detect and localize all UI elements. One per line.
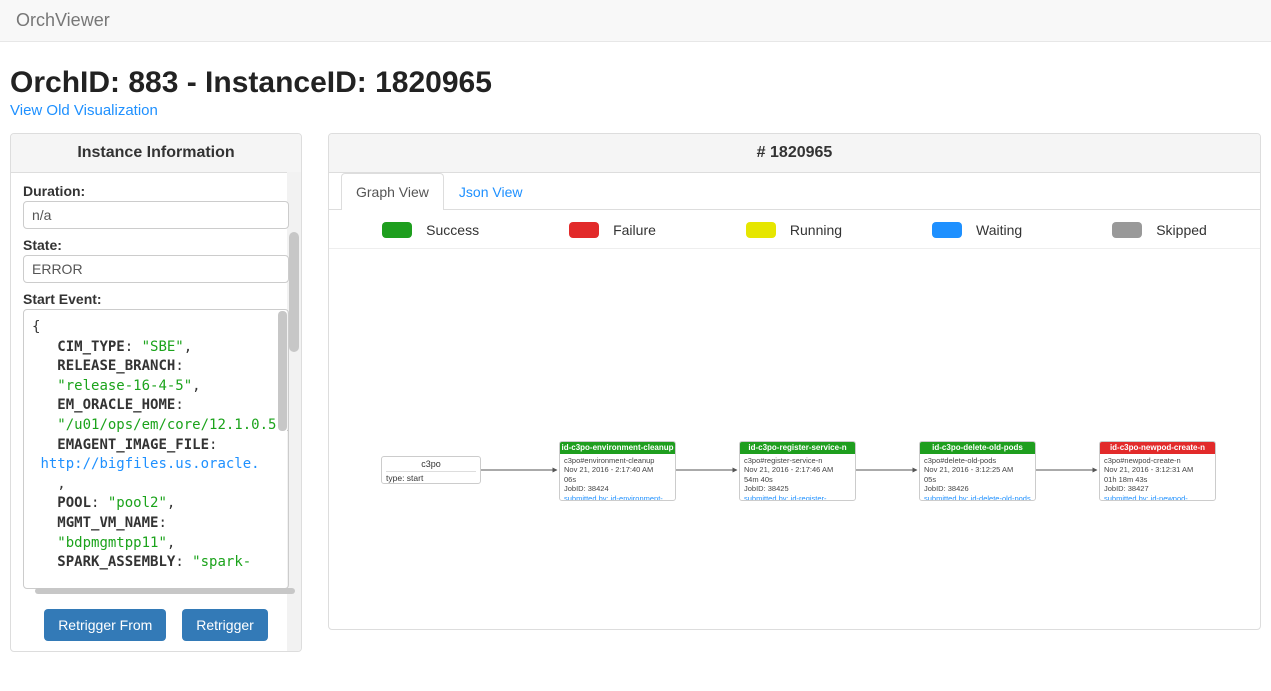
- node-line4: JobID: 38424: [564, 484, 671, 493]
- node-submitted: submitted by: id-newpod-create-n: [1104, 494, 1211, 502]
- duration-input[interactable]: [23, 201, 289, 229]
- node-bar: id-c3po-delete-old-pods: [920, 442, 1035, 454]
- graph-edges: [329, 249, 1260, 629]
- legend-skipped: Skipped: [1112, 222, 1207, 238]
- graph-panel-title: # 1820965: [329, 134, 1260, 173]
- state-input[interactable]: [23, 255, 289, 283]
- swatch-failure: [569, 222, 599, 238]
- node-line3: 05s: [924, 475, 1031, 484]
- legend-failure: Failure: [569, 222, 656, 238]
- legend-success-label: Success: [426, 222, 479, 238]
- node-line3: 06s: [564, 475, 671, 484]
- graph-node-newpod-create[interactable]: id-c3po-newpod-create-n c3po#newpod-crea…: [1099, 441, 1216, 501]
- start-event-label: Start Event:: [23, 291, 289, 307]
- graph-node-start[interactable]: c3po type: start: [381, 456, 481, 484]
- state-label: State:: [23, 237, 289, 253]
- tab-json-view[interactable]: Json View: [444, 173, 538, 210]
- instance-info-title: Instance Information: [11, 134, 301, 173]
- node-line1: c3po#register-service-n: [744, 456, 851, 465]
- instance-info-panel: Instance Information Duration: State: St…: [10, 133, 302, 652]
- node-bar: id-c3po-register-service-n: [740, 442, 855, 454]
- graph-node-delete-old-pods[interactable]: id-c3po-delete-old-pods c3po#delete-old-…: [919, 441, 1036, 501]
- graph-panel: # 1820965 Graph View Json View Success F…: [328, 133, 1261, 630]
- node-bar: id-c3po-environment-cleanup: [560, 442, 675, 454]
- swatch-waiting: [932, 222, 962, 238]
- legend-waiting: Waiting: [932, 222, 1022, 238]
- node-line1: c3po#delete-old-pods: [924, 456, 1031, 465]
- legend-skipped-label: Skipped: [1156, 222, 1207, 238]
- start-node-title: c3po: [386, 459, 476, 472]
- node-submitted: submitted by: id-delete-old-pods: [924, 494, 1031, 502]
- node-line1: c3po#newpod-create-n: [1104, 456, 1211, 465]
- status-legend: Success Failure Running Waiting Skipped: [329, 210, 1260, 249]
- start-event-json[interactable]: { CIM_TYPE: "SBE", RELEASE_BRANCH: "rele…: [23, 309, 289, 589]
- node-line2: Nov 21, 2016 - 3:12:25 AM: [924, 465, 1031, 474]
- app-topbar: OrchViewer: [0, 0, 1271, 42]
- page-title: OrchID: 883 - InstanceID: 1820965: [10, 66, 1261, 100]
- legend-success: Success: [382, 222, 479, 238]
- node-line1: c3po#environment-cleanup: [564, 456, 671, 465]
- retrigger-from-button[interactable]: Retrigger From: [44, 609, 166, 641]
- legend-waiting-label: Waiting: [976, 222, 1022, 238]
- node-line4: JobID: 38427: [1104, 484, 1211, 493]
- graph-canvas[interactable]: c3po type: start id-c3po-environment-cle…: [329, 249, 1260, 629]
- swatch-skipped: [1112, 222, 1142, 238]
- duration-label: Duration:: [23, 183, 289, 199]
- tab-graph-view[interactable]: Graph View: [341, 173, 444, 210]
- node-submitted: submitted by: id-environment-cleanup: [564, 494, 671, 502]
- left-panel-hscroll-thumb[interactable]: [35, 588, 295, 594]
- legend-running-label: Running: [790, 222, 842, 238]
- node-line3: 54m 40s: [744, 475, 851, 484]
- app-brand[interactable]: OrchViewer: [16, 10, 110, 30]
- node-line4: JobID: 38425: [744, 484, 851, 493]
- node-submitted: submitted by: id-register-service-n: [744, 494, 851, 502]
- swatch-success: [382, 222, 412, 238]
- start-node-type: type: start: [386, 473, 476, 484]
- json-scrollbar-thumb[interactable]: [278, 311, 287, 431]
- node-line2: Nov 21, 2016 - 2:17:46 AM: [744, 465, 851, 474]
- legend-failure-label: Failure: [613, 222, 656, 238]
- view-tabs: Graph View Json View: [329, 173, 1260, 210]
- graph-node-register-service[interactable]: id-c3po-register-service-n c3po#register…: [739, 441, 856, 501]
- graph-node-environment-cleanup[interactable]: id-c3po-environment-cleanup c3po#environ…: [559, 441, 676, 501]
- node-line2: Nov 21, 2016 - 2:17:40 AM: [564, 465, 671, 474]
- node-line3: 01h 18m 43s: [1104, 475, 1211, 484]
- legend-running: Running: [746, 222, 842, 238]
- retrigger-button[interactable]: Retrigger: [182, 609, 268, 641]
- swatch-running: [746, 222, 776, 238]
- node-line2: Nov 21, 2016 - 3:12:31 AM: [1104, 465, 1211, 474]
- node-line4: JobID: 38426: [924, 484, 1031, 493]
- view-old-visualization-link[interactable]: View Old Visualization: [10, 102, 158, 119]
- node-bar: id-c3po-newpod-create-n: [1100, 442, 1215, 454]
